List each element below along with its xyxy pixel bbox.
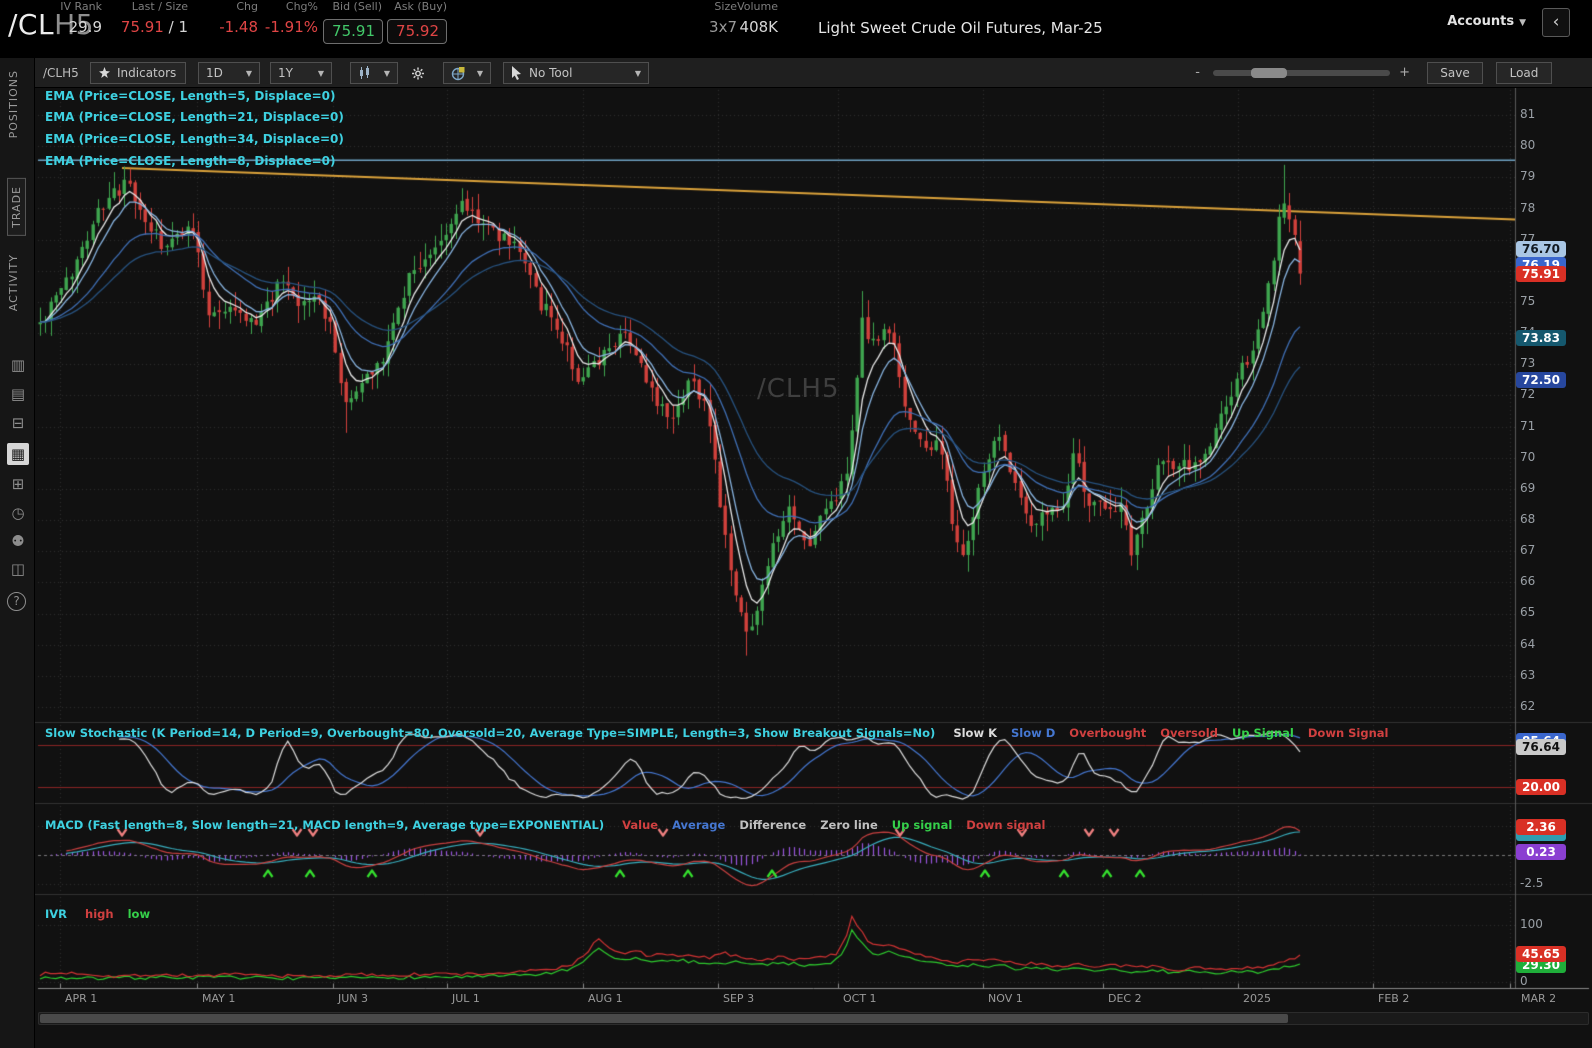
zoom-slider-track[interactable] bbox=[1213, 70, 1390, 76]
timeframe-value: 1D bbox=[206, 66, 223, 80]
iv-rank-value: 29.9 bbox=[68, 18, 102, 36]
last-value: 75.91 bbox=[120, 18, 164, 36]
scanner-icon[interactable]: ⊟ bbox=[7, 412, 29, 434]
iv-rank-label: IV Rank bbox=[60, 0, 102, 13]
tab-positions[interactable]: POSITIONS bbox=[7, 70, 20, 138]
beaker-icon bbox=[99, 66, 110, 78]
ask-label: Ask (Buy) bbox=[394, 0, 447, 13]
tab-activity[interactable]: ACTIVITY bbox=[7, 254, 20, 311]
last-size-field: Last / Size 75.91 / 1 bbox=[108, 0, 188, 36]
toolbar-symbol: /CLH5 bbox=[43, 66, 79, 80]
tool-value: No Tool bbox=[529, 66, 573, 80]
chg-field: Chg -1.48 bbox=[196, 0, 258, 36]
price-chart-canvas[interactable] bbox=[35, 88, 1592, 1048]
chevron-down-icon: ▼ bbox=[1519, 18, 1526, 28]
widgets-icon[interactable]: ⊞ bbox=[7, 473, 29, 495]
iv-rank-field: IV Rank 29.9 bbox=[30, 0, 102, 36]
volume-label: Volume bbox=[737, 0, 778, 13]
drawing-set-dropdown[interactable]: ▼ bbox=[443, 62, 491, 84]
zoom-slider-thumb[interactable] bbox=[1251, 68, 1287, 78]
history-icon[interactable]: ◷ bbox=[7, 502, 29, 524]
chevron-down-icon: ▼ bbox=[317, 68, 324, 78]
accounts-label: Accounts bbox=[1447, 14, 1515, 29]
chevron-down-icon: ▼ bbox=[245, 68, 252, 78]
left-sidebar: POSITIONS TRADE ACTIVITY ▥ ▤ ⊟ ▦ ⊞ ◷ ⚉ ◫… bbox=[0, 58, 35, 1048]
candlestick-icon bbox=[360, 66, 369, 79]
gear-icon bbox=[412, 67, 424, 79]
volume-value: 408K bbox=[739, 18, 778, 36]
help-icon[interactable]: ? bbox=[7, 592, 26, 611]
zoom-out-button[interactable]: - bbox=[1195, 65, 1200, 80]
save-button[interactable]: Save bbox=[1427, 62, 1483, 84]
cursor-icon bbox=[512, 66, 521, 80]
chg-value: -1.48 bbox=[219, 18, 258, 36]
indicators-label: Indicators bbox=[117, 66, 177, 80]
volume-field: Volume 408K bbox=[736, 0, 778, 36]
archive-icon[interactable]: ◫ bbox=[7, 558, 29, 580]
chgpct-value: -1.91% bbox=[264, 18, 318, 36]
last-size-suffix: / 1 bbox=[163, 18, 188, 36]
quote-header: /CLH5 IV Rank 29.9 Last / Size 75.91 / 1… bbox=[0, 0, 1592, 58]
chart-settings-button[interactable] bbox=[405, 62, 431, 84]
chg-label: Chg bbox=[236, 0, 258, 13]
horizontal-scrollbar-thumb[interactable] bbox=[40, 1014, 1288, 1023]
trading-platform: /CLH5 IV Rank 29.9 Last / Size 75.91 / 1… bbox=[0, 0, 1592, 1048]
range-value: 1Y bbox=[278, 66, 293, 80]
size-value: 3x7 bbox=[709, 18, 737, 36]
chart-icon[interactable]: ▦ bbox=[7, 443, 29, 465]
accounts-menu[interactable]: Accounts ▼ bbox=[1447, 14, 1526, 29]
chgpct-field: Chg% -1.91% bbox=[250, 0, 318, 36]
indicators-button[interactable]: Indicators bbox=[90, 62, 186, 84]
chart-toolbar: /CLH5 Indicators 1D ▼ 1Y ▼ ▼ ▼ No Tool ▼… bbox=[35, 58, 1592, 88]
chgpct-label: Chg% bbox=[285, 0, 318, 13]
monitor-icon[interactable]: ▥ bbox=[7, 354, 29, 376]
zoom-in-button[interactable]: + bbox=[1399, 65, 1410, 80]
range-dropdown[interactable]: 1Y ▼ bbox=[270, 62, 332, 84]
community-icon[interactable]: ⚉ bbox=[7, 530, 29, 552]
chevron-down-icon: ▼ bbox=[383, 68, 390, 78]
last-size-label: Last / Size bbox=[131, 0, 188, 13]
watchlist-icon[interactable]: ▤ bbox=[7, 383, 29, 405]
horizontal-scrollbar[interactable] bbox=[38, 1012, 1589, 1025]
tab-trade[interactable]: TRADE bbox=[7, 178, 26, 236]
size-label: Size bbox=[714, 0, 737, 13]
drawing-tools-icon bbox=[451, 66, 465, 80]
bid-button[interactable]: 75.91 bbox=[323, 19, 383, 44]
chart-region: EMA (Price=CLOSE, Length=5, Displace=0) … bbox=[35, 88, 1592, 1048]
bid-field: Bid (Sell) bbox=[323, 0, 382, 15]
tool-dropdown[interactable]: No Tool ▼ bbox=[503, 62, 649, 84]
zoom-slider[interactable] bbox=[1213, 67, 1390, 78]
contract-description: Light Sweet Crude Oil Futures, Mar-25 bbox=[818, 19, 1103, 37]
size-field: Size 3x7 bbox=[700, 0, 737, 36]
ask-field: Ask (Buy) bbox=[387, 0, 447, 15]
ask-button[interactable]: 75.92 bbox=[387, 19, 447, 44]
bid-label: Bid (Sell) bbox=[332, 0, 382, 13]
chevron-down-icon: ▼ bbox=[634, 68, 641, 78]
chart-style-dropdown[interactable]: ▼ bbox=[350, 62, 398, 84]
collapse-panel-button[interactable]: ‹ bbox=[1542, 8, 1570, 37]
load-button[interactable]: Load bbox=[1496, 62, 1552, 84]
chevron-down-icon: ▼ bbox=[476, 68, 483, 78]
timeframe-dropdown[interactable]: 1D ▼ bbox=[198, 62, 260, 84]
